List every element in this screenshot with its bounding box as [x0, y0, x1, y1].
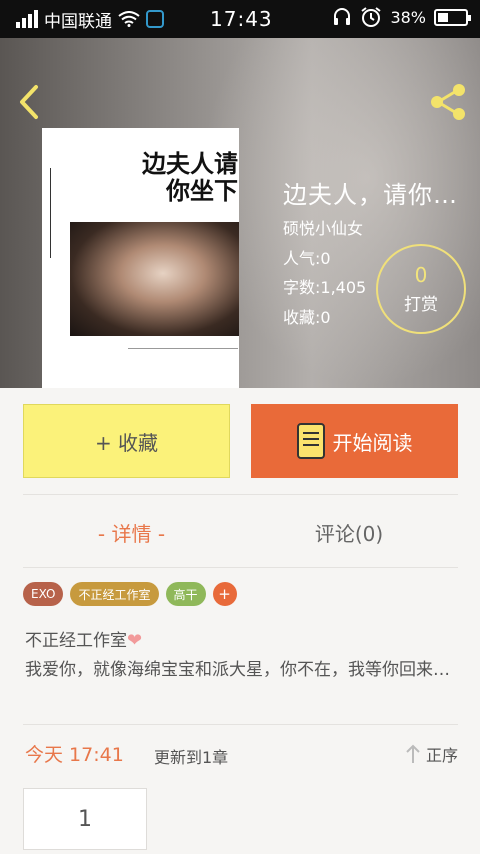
update-note: 更新到1章 — [154, 748, 229, 767]
alarm-icon — [361, 7, 382, 27]
reward-count: 0 — [414, 262, 428, 287]
tag-genre[interactable]: 高干 — [165, 582, 206, 606]
divider — [23, 724, 458, 725]
arrow-up-icon — [406, 744, 420, 763]
clock: 17:43 — [210, 7, 273, 31]
battery-icon — [434, 8, 471, 26]
tag-exo[interactable]: EXO — [23, 582, 64, 606]
chevron-left-icon — [20, 85, 38, 119]
collect-label: + 收藏 — [94, 430, 159, 455]
reward-label: 打赏 — [404, 294, 438, 315]
intro-line-1: 不正经工作室 — [25, 631, 127, 651]
book-title: 边夫人，请你… — [283, 181, 458, 209]
book-intro[interactable]: 不正经工作室❤ 我爱你，就像海绵宝宝和派大星，你不在，我等你回来… — [25, 626, 460, 685]
sort-button[interactable]: 正序 — [406, 742, 458, 766]
signal-icon — [16, 10, 38, 28]
hd-icon — [146, 10, 164, 28]
book-word-count: 字数:1,405 — [283, 278, 367, 297]
book-cover[interactable]: 边夫人请你坐下 — [42, 128, 239, 388]
wifi-icon — [118, 11, 140, 27]
battery-percent: 38% — [390, 7, 426, 27]
cover-title: 边夫人请你坐下 — [142, 149, 238, 205]
start-reading-label: 开始阅读 — [332, 430, 413, 455]
cover-footer — [128, 348, 238, 378]
divider — [23, 567, 458, 568]
intro-line-2: 我爱你，就像海绵宝宝和派大星，你不在，我等你回来… — [25, 660, 450, 680]
share-icon — [431, 84, 465, 120]
tab-details[interactable]: - 详情 - — [23, 506, 240, 558]
cover-decoration — [50, 168, 64, 258]
heart-icon: ❤ — [127, 630, 143, 651]
book-header: 边夫人请你坐下 边夫人，请你… 硕悦小仙女 人气:0 字数:1,405 收藏:0… — [0, 38, 480, 388]
sort-label: 正序 — [425, 746, 458, 765]
status-bar: 中国联通 17:43 38% — [0, 0, 480, 38]
cover-photo — [70, 222, 239, 336]
reward-button[interactable]: 0 打赏 — [376, 244, 466, 334]
update-time: 今天 17:41 — [25, 744, 124, 766]
divider — [23, 494, 458, 495]
back-button[interactable] — [14, 82, 44, 122]
chapter-item[interactable]: 1 — [23, 788, 147, 850]
tag-studio[interactable]: 不正经工作室 — [70, 582, 159, 606]
share-button[interactable] — [428, 82, 468, 122]
book-icon — [296, 423, 325, 459]
headset-icon — [334, 8, 351, 25]
add-tag-button[interactable]: + — [212, 582, 237, 606]
collect-button[interactable]: + 收藏 — [23, 404, 230, 478]
book-favorites: 收藏:0 — [283, 308, 331, 327]
book-popularity: 人气:0 — [283, 249, 331, 268]
tab-comments[interactable]: 评论(0) — [240, 506, 458, 558]
tag-list: EXO 不正经工作室 高干 + — [23, 582, 237, 606]
book-author[interactable]: 硕悦小仙女 — [283, 215, 363, 239]
start-reading-button[interactable]: 开始阅读 — [251, 404, 458, 478]
carrier-label: 中国联通 — [44, 11, 112, 32]
